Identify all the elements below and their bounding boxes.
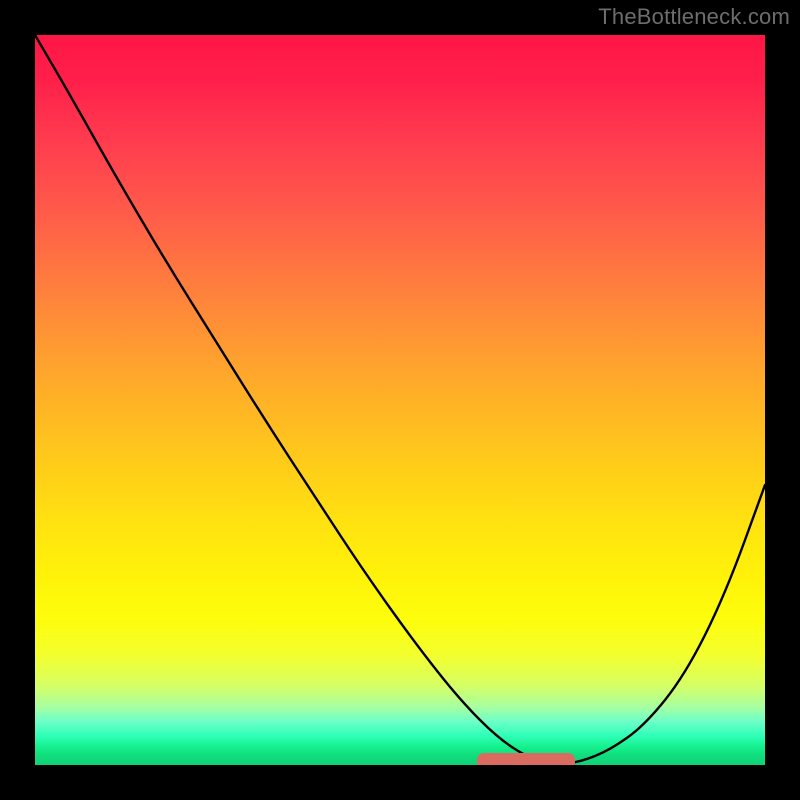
valley-accent-bar — [477, 753, 575, 765]
bottleneck-curve — [35, 35, 765, 765]
plot-area — [35, 35, 765, 765]
watermark-text: TheBottleneck.com — [598, 4, 790, 30]
chart-frame: TheBottleneck.com — [0, 0, 800, 800]
